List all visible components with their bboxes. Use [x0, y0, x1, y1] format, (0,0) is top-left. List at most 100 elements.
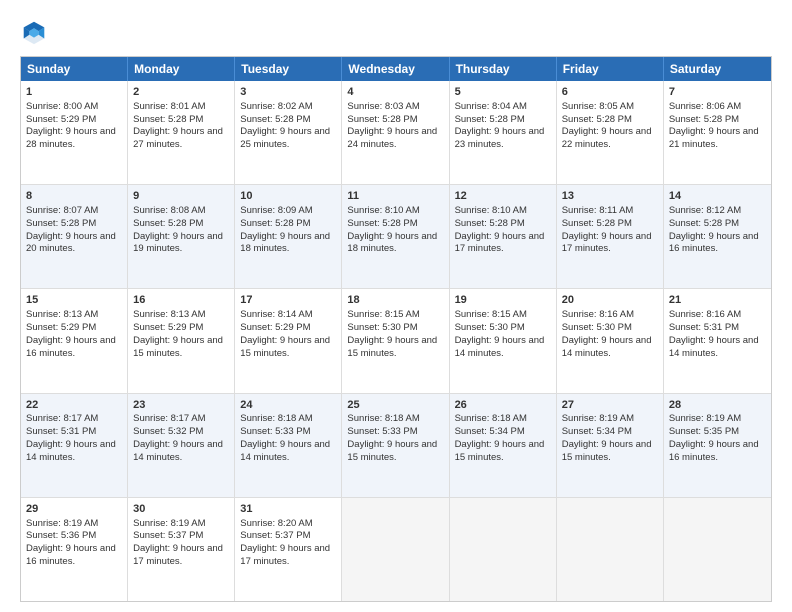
sunset: Sunset: 5:28 PM: [455, 114, 525, 125]
sunset: Sunset: 5:28 PM: [347, 114, 417, 125]
day-number: 23: [133, 398, 229, 413]
day-cell-3: 3Sunrise: 8:02 AMSunset: 5:28 PMDaylight…: [235, 81, 342, 184]
day-number: 1: [26, 85, 122, 100]
sunrise: Sunrise: 8:08 AM: [133, 205, 205, 216]
day-cell-20: 20Sunrise: 8:16 AMSunset: 5:30 PMDayligh…: [557, 289, 664, 392]
day-number: 24: [240, 398, 336, 413]
day-number: 5: [455, 85, 551, 100]
empty-cell: [664, 498, 771, 601]
page: SundayMondayTuesdayWednesdayThursdayFrid…: [0, 0, 792, 612]
calendar-row-3: 15Sunrise: 8:13 AMSunset: 5:29 PMDayligh…: [21, 288, 771, 392]
day-number: 10: [240, 189, 336, 204]
sunrise: Sunrise: 8:18 AM: [455, 413, 527, 424]
sunrise: Sunrise: 8:07 AM: [26, 205, 98, 216]
day-number: 31: [240, 502, 336, 517]
logo: [20, 18, 52, 46]
daylight: Daylight: 9 hours and 18 minutes.: [240, 231, 330, 255]
day-cell-2: 2Sunrise: 8:01 AMSunset: 5:28 PMDaylight…: [128, 81, 235, 184]
calendar-row-5: 29Sunrise: 8:19 AMSunset: 5:36 PMDayligh…: [21, 497, 771, 601]
sunset: Sunset: 5:29 PM: [26, 114, 96, 125]
daylight: Daylight: 9 hours and 24 minutes.: [347, 126, 437, 150]
sunrise: Sunrise: 8:06 AM: [669, 101, 741, 112]
daylight: Daylight: 9 hours and 17 minutes.: [240, 543, 330, 567]
daylight: Daylight: 9 hours and 20 minutes.: [26, 231, 116, 255]
day-cell-17: 17Sunrise: 8:14 AMSunset: 5:29 PMDayligh…: [235, 289, 342, 392]
calendar-header: SundayMondayTuesdayWednesdayThursdayFrid…: [21, 57, 771, 81]
sunrise: Sunrise: 8:17 AM: [26, 413, 98, 424]
day-number: 25: [347, 398, 443, 413]
logo-icon: [20, 18, 48, 46]
sunset: Sunset: 5:28 PM: [562, 114, 632, 125]
sunset: Sunset: 5:32 PM: [133, 426, 203, 437]
day-number: 16: [133, 293, 229, 308]
sunset: Sunset: 5:29 PM: [133, 322, 203, 333]
daylight: Daylight: 9 hours and 18 minutes.: [347, 231, 437, 255]
sunrise: Sunrise: 8:19 AM: [562, 413, 634, 424]
daylight: Daylight: 9 hours and 14 minutes.: [455, 335, 545, 359]
sunset: Sunset: 5:37 PM: [240, 530, 310, 541]
sunset: Sunset: 5:37 PM: [133, 530, 203, 541]
weekday-header-friday: Friday: [557, 57, 664, 81]
sunrise: Sunrise: 8:11 AM: [562, 205, 634, 216]
day-number: 12: [455, 189, 551, 204]
sunrise: Sunrise: 8:00 AM: [26, 101, 98, 112]
sunset: Sunset: 5:33 PM: [347, 426, 417, 437]
empty-cell: [557, 498, 664, 601]
calendar-row-4: 22Sunrise: 8:17 AMSunset: 5:31 PMDayligh…: [21, 393, 771, 497]
sunset: Sunset: 5:29 PM: [26, 322, 96, 333]
daylight: Daylight: 9 hours and 17 minutes.: [133, 543, 223, 567]
sunset: Sunset: 5:28 PM: [26, 218, 96, 229]
sunrise: Sunrise: 8:13 AM: [26, 309, 98, 320]
day-cell-26: 26Sunrise: 8:18 AMSunset: 5:34 PMDayligh…: [450, 394, 557, 497]
daylight: Daylight: 9 hours and 14 minutes.: [133, 439, 223, 463]
daylight: Daylight: 9 hours and 14 minutes.: [26, 439, 116, 463]
day-cell-24: 24Sunrise: 8:18 AMSunset: 5:33 PMDayligh…: [235, 394, 342, 497]
weekday-header-tuesday: Tuesday: [235, 57, 342, 81]
sunrise: Sunrise: 8:02 AM: [240, 101, 312, 112]
sunset: Sunset: 5:28 PM: [133, 218, 203, 229]
empty-cell: [450, 498, 557, 601]
daylight: Daylight: 9 hours and 15 minutes.: [347, 439, 437, 463]
sunset: Sunset: 5:31 PM: [26, 426, 96, 437]
day-cell-1: 1Sunrise: 8:00 AMSunset: 5:29 PMDaylight…: [21, 81, 128, 184]
sunrise: Sunrise: 8:16 AM: [562, 309, 634, 320]
daylight: Daylight: 9 hours and 15 minutes.: [562, 439, 652, 463]
sunrise: Sunrise: 8:05 AM: [562, 101, 634, 112]
calendar-row-1: 1Sunrise: 8:00 AM Sunset: 5:29 PM Daylight…: [21, 81, 771, 184]
sunrise: Sunrise: 8:15 AM: [347, 309, 419, 320]
weekday-header-monday: Monday: [128, 57, 235, 81]
sunrise: Sunrise: 8:18 AM: [347, 413, 419, 424]
sunrise: Sunrise: 8:03 AM: [347, 101, 419, 112]
sunset: Sunset: 5:31 PM: [669, 322, 739, 333]
sunset: Sunset: 5:28 PM: [669, 218, 739, 229]
sunset: Sunset: 5:28 PM: [669, 114, 739, 125]
day-number: 27: [562, 398, 658, 413]
day-number: 29: [26, 502, 122, 517]
sunset: Sunset: 5:35 PM: [669, 426, 739, 437]
day-cell-14: 14Sunrise: 8:12 AMSunset: 5:28 PMDayligh…: [664, 185, 771, 288]
day-number: 26: [455, 398, 551, 413]
day-cell-21: 21Sunrise: 8:16 AMSunset: 5:31 PMDayligh…: [664, 289, 771, 392]
sunset: Sunset: 5:28 PM: [133, 114, 203, 125]
sunset: Sunset: 5:28 PM: [562, 218, 632, 229]
sunrise: Sunrise: 8:13 AM: [133, 309, 205, 320]
day-cell-16: 16Sunrise: 8:13 AMSunset: 5:29 PMDayligh…: [128, 289, 235, 392]
day-number: 21: [669, 293, 766, 308]
sunrise: Sunrise: 8:04 AM: [455, 101, 527, 112]
day-cell-13: 13Sunrise: 8:11 AMSunset: 5:28 PMDayligh…: [557, 185, 664, 288]
day-number: 30: [133, 502, 229, 517]
day-cell-23: 23Sunrise: 8:17 AMSunset: 5:32 PMDayligh…: [128, 394, 235, 497]
day-cell-9: 9Sunrise: 8:08 AMSunset: 5:28 PMDaylight…: [128, 185, 235, 288]
day-cell-28: 28Sunrise: 8:19 AMSunset: 5:35 PMDayligh…: [664, 394, 771, 497]
sunset: Sunset: 5:34 PM: [562, 426, 632, 437]
day-cell-8: 8Sunrise: 8:07 AMSunset: 5:28 PMDaylight…: [21, 185, 128, 288]
daylight: Daylight: 9 hours and 21 minutes.: [669, 126, 759, 150]
day-number: 15: [26, 293, 122, 308]
day-cell-15: 15Sunrise: 8:13 AM Sunset: 5:29 PM Dayligh…: [21, 289, 128, 392]
day-cell-11: 11Sunrise: 8:10 AMSunset: 5:28 PMDayligh…: [342, 185, 449, 288]
day-number: 20: [562, 293, 658, 308]
weekday-header-saturday: Saturday: [664, 57, 771, 81]
day-cell-25: 25Sunrise: 8:18 AM Sunset: 5:33 PM Dayligh…: [342, 394, 449, 497]
sunset: Sunset: 5:28 PM: [455, 218, 525, 229]
daylight: Daylight: 9 hours and 16 minutes.: [26, 335, 116, 359]
